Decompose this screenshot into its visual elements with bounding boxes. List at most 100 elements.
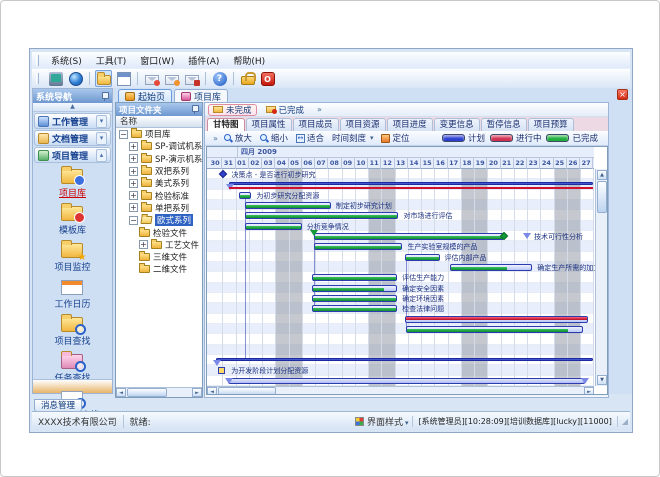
tree-node-7[interactable]: −欧式系列 xyxy=(116,214,202,226)
tree-node-0[interactable]: −项目库 xyxy=(116,128,202,140)
toolbar-button-mail-alert[interactable] xyxy=(183,70,200,87)
menu-item-3[interactable]: 插件(A) xyxy=(181,53,226,68)
toolbar-button-lock[interactable] xyxy=(239,70,256,87)
filter-overflow-icon[interactable]: » xyxy=(317,105,322,114)
pin-icon[interactable] xyxy=(191,105,199,114)
doc-tab-0[interactable]: 起始页 xyxy=(118,89,172,102)
task-bar[interactable] xyxy=(406,326,582,333)
menu-item-1[interactable]: 工具(T) xyxy=(89,53,134,68)
zoom-out-button[interactable]: 缩小 xyxy=(258,132,290,144)
fit-button[interactable]: 适合 xyxy=(294,132,326,144)
gantt-hscrollbar[interactable]: ◄ ► xyxy=(207,386,594,395)
scroll-down-icon[interactable]: ▼ xyxy=(597,375,607,385)
tree-node-2[interactable]: +SP-演示机系 xyxy=(116,153,202,165)
tree-expander-icon[interactable]: − xyxy=(119,130,128,139)
sidebar-item-3[interactable]: 工作日历 xyxy=(54,277,90,310)
chevron-down-icon[interactable]: ▾ xyxy=(96,132,107,145)
tree-node-6[interactable]: +单把系列 xyxy=(116,202,202,214)
sidebar-item-4[interactable]: 项目查找 xyxy=(54,314,90,347)
scroll-thumb[interactable] xyxy=(597,181,607,213)
toolbar-overflow-icon[interactable]: » xyxy=(213,134,218,143)
task-bar[interactable] xyxy=(245,223,302,230)
task-bar[interactable] xyxy=(314,233,505,240)
tree-expander-icon[interactable]: + xyxy=(129,142,138,151)
scroll-left-icon[interactable]: ◄ xyxy=(116,388,126,397)
gantt-tab-5[interactable]: 变更信息 xyxy=(434,118,480,131)
gantt-tab-4[interactable]: 项目进度 xyxy=(387,118,433,131)
scroll-up-icon[interactable]: ▲ xyxy=(597,170,607,180)
task-bar[interactable] xyxy=(245,202,331,209)
chevron-up-icon[interactable]: ▴ xyxy=(96,149,107,162)
tree-expander-icon[interactable]: + xyxy=(129,167,138,176)
task-bar[interactable] xyxy=(450,264,532,271)
gantt-chart[interactable]: 四月 2009 30310102030405060708091011121314… xyxy=(206,146,608,395)
tree-expander-icon[interactable]: + xyxy=(129,179,138,188)
task-bar[interactable] xyxy=(312,274,397,281)
resize-grip-icon[interactable]: ◢ xyxy=(622,417,630,426)
nav-group-1[interactable]: 文档管理▾ xyxy=(34,130,111,146)
scroll-thumb[interactable] xyxy=(218,387,276,395)
doc-tab-1[interactable]: 项目库 xyxy=(174,89,228,102)
tree-node-11[interactable]: 二维文件 xyxy=(116,263,202,275)
tree-node-8[interactable]: 检验文件 xyxy=(116,226,202,238)
task-bar[interactable] xyxy=(245,212,399,219)
locate-button[interactable]: 定位 xyxy=(379,132,411,144)
menubar-grip[interactable] xyxy=(36,55,39,66)
sidebar-item-0[interactable]: 项目库 xyxy=(59,166,86,199)
tree-expander-icon[interactable]: + xyxy=(129,203,138,212)
task-bar[interactable] xyxy=(405,254,439,261)
tree-node-3[interactable]: +双把系列 xyxy=(116,165,202,177)
tree-expander-icon[interactable]: + xyxy=(129,154,138,163)
scroll-left-icon[interactable]: ◄ xyxy=(207,387,217,395)
toolbar-button-mail[interactable] xyxy=(143,70,160,87)
gantt-tab-7[interactable]: 项目预算 xyxy=(528,118,574,131)
menu-item-0[interactable]: 系统(S) xyxy=(44,53,89,68)
nav-group-2[interactable]: 项目管理▴ xyxy=(34,147,111,163)
chevron-down-icon[interactable]: ▾ xyxy=(96,115,107,128)
toolbar-button-folder-open[interactable] xyxy=(95,70,112,87)
in-progress-bar[interactable] xyxy=(405,316,588,323)
summary-bar[interactable] xyxy=(216,358,594,361)
menu-item-4[interactable]: 帮助(H) xyxy=(226,53,272,68)
toolbar-grip[interactable] xyxy=(36,73,39,84)
toolbar-button-help[interactable] xyxy=(211,70,228,87)
pin-icon[interactable] xyxy=(101,92,109,101)
scroll-right-icon[interactable]: ► xyxy=(584,387,594,395)
sidebar-item-2[interactable]: 项目监控 xyxy=(54,240,90,273)
summary-bar[interactable] xyxy=(229,182,593,185)
tree-node-4[interactable]: +美式系列 xyxy=(116,177,202,189)
gantt-tab-2[interactable]: 项目成员 xyxy=(293,118,339,131)
tree-expander-icon[interactable]: − xyxy=(129,216,138,225)
tree-hscrollbar[interactable]: ◄ ► xyxy=(116,387,202,397)
tree-column-header[interactable]: 名称 xyxy=(116,116,202,128)
tree-node-9[interactable]: +工艺文件 xyxy=(116,239,202,251)
ui-style-dropdown[interactable]: 界面样式 xyxy=(355,415,409,428)
nav-group-0[interactable]: 工作管理▾ xyxy=(34,113,111,129)
filter-button-0[interactable]: 未完成 xyxy=(208,104,257,116)
scroll-thumb[interactable] xyxy=(127,388,167,397)
gantt-tab-0[interactable]: 甘特图 xyxy=(207,118,245,131)
time-scale-dropdown[interactable]: 时间刻度 xyxy=(330,132,376,144)
plan-bar[interactable] xyxy=(228,378,586,384)
gantt-tab-6[interactable]: 暂停信息 xyxy=(481,118,527,131)
toolbar-button-monitor[interactable] xyxy=(47,70,64,87)
close-tab-button[interactable]: × xyxy=(617,89,628,100)
nav-scroll-up[interactable]: ▲ xyxy=(33,103,112,112)
menu-item-2[interactable]: 窗口(W) xyxy=(133,53,181,68)
tree-node-10[interactable]: 三维文件 xyxy=(116,251,202,263)
toolbar-button-calendar-grid[interactable] xyxy=(115,70,132,87)
sidebar-item-1[interactable]: 模板库 xyxy=(59,203,86,236)
tree-expander-icon[interactable]: + xyxy=(139,240,148,249)
toolbar-button-globe[interactable] xyxy=(67,70,84,87)
task-box-marker[interactable] xyxy=(218,367,225,374)
tree-node-1[interactable]: +SP-调试机系 xyxy=(116,140,202,152)
task-bar[interactable] xyxy=(239,192,251,199)
scroll-right-icon[interactable]: ► xyxy=(192,388,202,397)
gantt-tab-3[interactable]: 项目资源 xyxy=(340,118,386,131)
toolbar-button-mail-send[interactable] xyxy=(163,70,180,87)
gantt-tab-1[interactable]: 项目属性 xyxy=(246,118,292,131)
tree-node-5[interactable]: +检验标准 xyxy=(116,189,202,201)
task-bar[interactable] xyxy=(312,295,397,302)
task-bar[interactable] xyxy=(312,305,397,312)
gantt-vscrollbar[interactable]: ▲ ▼ xyxy=(595,169,607,386)
